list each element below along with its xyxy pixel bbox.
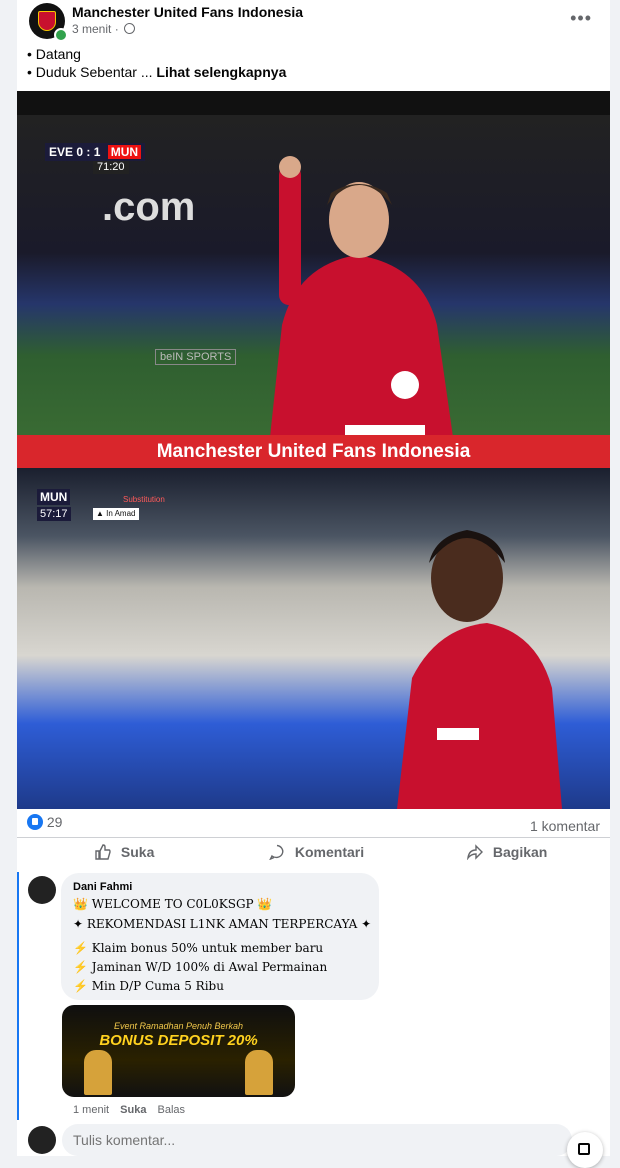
video-frame-top: .com EVE 0 : 1 MUN 71:20 beIN SPORTS bbox=[17, 115, 610, 465]
commenter-avatar[interactable] bbox=[28, 876, 56, 904]
comment-button[interactable]: Komentari bbox=[269, 844, 364, 860]
comment-like-button[interactable]: Suka bbox=[120, 1104, 146, 1116]
substitution-label: Substitution bbox=[123, 495, 165, 504]
thread-indicator bbox=[17, 872, 19, 1120]
score-value: 0 : 1 bbox=[76, 145, 101, 159]
comment-promo-image[interactable]: Event Ramadhan Penuh Berkah BONUS DEPOSI… bbox=[62, 1005, 295, 1097]
more-options-button[interactable]: ••• bbox=[570, 8, 592, 29]
compose-icon bbox=[578, 1143, 590, 1155]
promo-top-text: Event Ramadhan Penuh Berkah bbox=[113, 1021, 244, 1031]
comment-meta: 1 menit Suka Balas bbox=[73, 1104, 185, 1116]
crest-icon bbox=[38, 11, 56, 31]
stadium-ad-text: .com bbox=[102, 185, 196, 229]
bottom-team: MUN bbox=[37, 489, 71, 505]
engagement-counts: 29 1 komentar bbox=[27, 814, 600, 836]
new-message-button[interactable] bbox=[567, 1132, 603, 1168]
comment-item: Dani Fahmi 👑 WELCOME TO C0L0KSGP 👑 ✦ REK… bbox=[17, 872, 610, 1120]
share-button[interactable]: Bagikan bbox=[467, 844, 547, 860]
commenter-name[interactable]: Dani Fahmi bbox=[73, 881, 132, 893]
share-icon bbox=[467, 844, 483, 860]
comment-line5: ⚡ Min D/P Cuma 5 Ribu bbox=[73, 979, 224, 993]
comment-line1: 👑 WELCOME TO C0L0KSGP 👑 bbox=[73, 897, 273, 911]
page-name[interactable]: Manchester United Fans Indonesia bbox=[72, 4, 303, 20]
video-frame-bottom: MUN 57:17 Substitution ▲ In Amad bbox=[17, 468, 610, 809]
post-text-line2-prefix: • Duduk Sebentar ... bbox=[27, 64, 157, 80]
user-avatar[interactable] bbox=[28, 1126, 56, 1154]
comment-reply-button[interactable]: Balas bbox=[158, 1104, 186, 1116]
like-label: Suka bbox=[120, 844, 155, 860]
post-card: Manchester United Fans Indonesia 3 menit… bbox=[17, 0, 610, 1168]
post-video[interactable]: .com EVE 0 : 1 MUN 71:20 beIN SPORTS Man… bbox=[17, 91, 610, 809]
substitution-in: ▲ In Amad bbox=[93, 508, 139, 520]
player-image-top bbox=[267, 156, 457, 465]
comment-line2: ✦ REKOMENDASI L1NK AMAN TERPERCAYA ✦ bbox=[73, 917, 372, 931]
comments-count[interactable]: 1 komentar bbox=[530, 818, 600, 834]
comment-bubble: Dani Fahmi 👑 WELCOME TO C0L0KSGP 👑 ✦ REK… bbox=[61, 873, 379, 1000]
comment-line3: ⚡ Klaim bonus 50% untuk member baru bbox=[73, 941, 324, 955]
score-home: EVE bbox=[49, 145, 74, 159]
globe-icon bbox=[124, 23, 136, 34]
video-banner: Manchester United Fans Indonesia bbox=[17, 435, 610, 468]
meta-separator: · bbox=[114, 22, 119, 36]
comment-label: Komentari bbox=[294, 844, 365, 860]
post-actions: Suka Komentari Bagikan bbox=[17, 837, 610, 870]
post-meta: 3 menit · bbox=[72, 22, 136, 36]
bottom-clock: 57:17 bbox=[37, 507, 71, 521]
comment-composer bbox=[17, 1122, 610, 1168]
broadcaster-logo: beIN SPORTS bbox=[155, 349, 237, 365]
comment-input[interactable] bbox=[62, 1124, 572, 1156]
like-reaction-icon bbox=[27, 814, 43, 830]
thumbs-up-icon bbox=[95, 844, 111, 860]
online-status-icon bbox=[54, 28, 68, 42]
comment-icon bbox=[269, 844, 284, 860]
promo-figure-left bbox=[84, 1050, 112, 1095]
scoreboard: EVE 0 : 1 MUN bbox=[45, 143, 146, 161]
match-clock: 71:20 bbox=[93, 161, 129, 174]
post-text: • Datang • Duduk Sebentar ... Lihat sele… bbox=[27, 45, 286, 81]
post-text-line2: • Duduk Sebentar ... Lihat selengkapnya bbox=[27, 63, 286, 81]
comment-time[interactable]: 1 menit bbox=[73, 1104, 109, 1116]
see-more-link[interactable]: Lihat selengkapnya bbox=[156, 64, 286, 80]
post-time[interactable]: 3 menit bbox=[72, 22, 111, 36]
like-button[interactable]: Suka bbox=[95, 844, 154, 860]
promo-main-text: BONUS DEPOSIT 20% bbox=[99, 1032, 258, 1049]
post-header: Manchester United Fans Indonesia 3 menit… bbox=[17, 0, 610, 44]
share-label: Bagikan bbox=[492, 844, 548, 860]
score-away: MUN bbox=[107, 145, 142, 159]
likes-count[interactable]: 29 bbox=[47, 814, 63, 830]
post-text-line1: • Datang bbox=[27, 46, 81, 62]
player-image-bottom bbox=[397, 530, 562, 809]
promo-figure-right bbox=[245, 1050, 273, 1095]
comment-line4: ⚡ Jaminan W/D 100% di Awal Permainan bbox=[73, 960, 328, 974]
